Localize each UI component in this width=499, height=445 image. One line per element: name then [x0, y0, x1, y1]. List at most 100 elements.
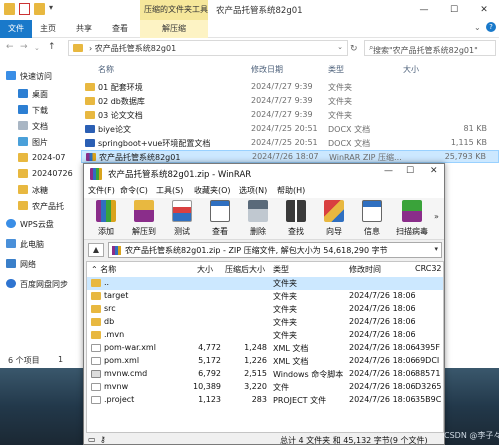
tab-extract[interactable]: 解压缩 — [140, 20, 208, 38]
refresh-icon[interactable]: ↻ — [350, 44, 358, 54]
file-row[interactable]: 03 论文文档 2024/7/27 9:39 文件夹 — [81, 109, 499, 122]
archive-row[interactable]: mvnw.cmd 6,792 2,515 Windows 命令脚本 2024/7… — [87, 368, 443, 381]
nav-item-network[interactable]: 网络 — [0, 256, 80, 272]
nav-item-nongchanpin[interactable]: 农产品托 — [0, 198, 80, 214]
address-bar[interactable]: › 农产品托管系统82g01 ⌄ — [68, 40, 348, 56]
close-icon[interactable]: ✕ — [469, 0, 499, 20]
archive-row[interactable]: target 文件夹 2024/7/26 18:06 — [87, 290, 443, 303]
menu-commands[interactable]: 命令(C) — [120, 185, 148, 196]
entry-crc: 4395F — [415, 343, 440, 352]
column-header-crc[interactable]: CRC32 — [415, 264, 442, 273]
menu-favorites[interactable]: 收藏夹(O) — [194, 185, 231, 196]
help-icon[interactable]: ? — [486, 22, 496, 32]
nav-item-this-pc[interactable]: 此电脑 — [0, 236, 80, 252]
folder-icon[interactable] — [4, 3, 15, 15]
file-date: 2024/7/27 9:39 — [251, 82, 313, 91]
nav-item-baidu-sync[interactable]: 百度网盘同步 — [0, 276, 80, 292]
menu-options[interactable]: 选项(N) — [239, 185, 267, 196]
file-row[interactable]: biye论文 2024/7/25 20:51 DOCX 文档 81 KB — [81, 123, 499, 136]
scan-virus-button[interactable]: 扫描病毒 — [394, 200, 428, 238]
archive-row[interactable]: src 文件夹 2024/7/26 18:06 — [87, 303, 443, 316]
nav-item-downloads[interactable]: 下载 — [0, 102, 80, 118]
close-icon[interactable]: ✕ — [430, 166, 438, 176]
archive-row[interactable]: mvnw 10,389 3,220 文件 2024/7/26 18:06 D32… — [87, 381, 443, 394]
file-row[interactable]: 02 db数据库 2024/7/27 9:39 文件夹 — [81, 95, 499, 108]
column-header-type[interactable]: 类型 — [328, 64, 344, 75]
minimize-icon[interactable]: — — [409, 0, 439, 20]
tab-view[interactable]: 查看 — [112, 23, 128, 34]
column-header-size[interactable]: 大小 — [197, 264, 213, 275]
column-header-packed[interactable]: 压缩后大小 — [225, 264, 265, 275]
file-row-selected[interactable]: 农产品托管系统82g01 2024/7/26 18:07 WinRAR ZIP … — [81, 150, 499, 163]
toolbar-overflow-icon[interactable]: » — [434, 212, 439, 221]
maximize-icon[interactable]: ☐ — [406, 166, 414, 176]
archive-row[interactable]: db 文件夹 2024/7/26 18:06 — [87, 316, 443, 329]
chevron-down-icon[interactable]: ▾ — [434, 245, 438, 253]
info-button[interactable]: 信息 — [354, 200, 388, 238]
drive-icon: ▭ — [88, 435, 96, 444]
archive-row-parent[interactable]: .. 文件夹 — [87, 277, 443, 290]
nav-item-quick-access[interactable]: 快速访问 — [0, 68, 80, 84]
file-icon — [91, 383, 101, 391]
archive-row[interactable]: .mvn 文件夹 2024/7/26 18:06 — [87, 329, 443, 342]
customize-toolbar-icon[interactable]: ▾ — [49, 3, 60, 15]
delete-button[interactable]: 删除 — [240, 200, 274, 238]
view-button[interactable]: 查看 — [202, 200, 236, 238]
column-header-type[interactable]: 类型 — [273, 264, 289, 275]
column-header-modified[interactable]: 修改时间 — [349, 264, 381, 275]
file-row[interactable]: springboot+vue环境配置文档 2024/7/25 20:51 DOC… — [81, 137, 499, 150]
scan-virus-label: 扫描病毒 — [396, 227, 428, 236]
wizard-button[interactable]: 向导 — [316, 200, 350, 238]
menu-help[interactable]: 帮助(H) — [277, 185, 305, 196]
extract-icon — [134, 200, 154, 222]
test-button[interactable]: 测试 — [164, 200, 198, 238]
new-folder-icon[interactable] — [34, 3, 45, 15]
search-input[interactable]: ⌕ 搜索"农产品托管系统82g01" — [364, 40, 496, 56]
column-header-size[interactable]: 大小 — [403, 64, 419, 75]
entry-name: .project — [104, 395, 135, 404]
entry-modified: 2024/7/26 18:06 — [349, 369, 416, 378]
chevron-down-icon[interactable]: ⌄ — [337, 43, 343, 51]
entry-type: 文件 — [273, 383, 289, 392]
tab-share[interactable]: 共享 — [76, 23, 92, 34]
ribbon-expand-icon[interactable]: ⌄ — [474, 23, 481, 32]
nav-item-2024-07[interactable]: 2024-07 — [0, 150, 80, 166]
entry-name: .mvn — [104, 330, 125, 339]
info-label: 信息 — [364, 227, 380, 236]
column-header-name[interactable]: 名称 — [98, 64, 114, 75]
explorer-title-bar: ▾ 压缩的文件夹工具 农产品托管系统82g01 — ☐ ✕ — [0, 0, 499, 20]
selected-count: 1 — [58, 355, 64, 364]
nav-item-20240726[interactable]: 20240726 — [0, 166, 80, 182]
forward-arrow-icon[interactable]: → — [20, 42, 28, 52]
archive-row[interactable]: pom.xml 5,172 1,226 XML 文档 2024/7/26 18:… — [87, 355, 443, 368]
nav-item-pictures[interactable]: 图片 — [0, 134, 80, 150]
add-button[interactable]: 添加 — [88, 200, 122, 238]
back-arrow-icon[interactable]: ← — [6, 42, 14, 52]
extract-to-button[interactable]: 解压到 — [126, 200, 160, 238]
minimize-icon[interactable]: — — [384, 166, 393, 176]
up-arrow-icon[interactable]: ↑ — [48, 42, 56, 52]
archive-row[interactable]: .project 1,123 283 PROJECT 文件 2024/7/26 … — [87, 394, 443, 407]
menu-file[interactable]: 文件(F) — [88, 185, 115, 196]
nav-item-desktop[interactable]: 桌面 — [0, 86, 80, 102]
archive-row[interactable]: pom-war.xml 4,772 1,248 XML 文档 2024/7/26… — [87, 342, 443, 355]
tab-home[interactable]: 主页 — [40, 23, 56, 34]
entry-modified: 2024/7/26 18:06 — [349, 291, 416, 300]
recent-locations-icon[interactable]: ⌄ — [34, 44, 40, 52]
nav-item-bingtang[interactable]: 冰糖 — [0, 182, 80, 198]
file-row[interactable]: 01 配套环境 2024/7/27 9:39 文件夹 — [81, 81, 499, 94]
nav-item-documents[interactable]: 文档 — [0, 118, 80, 134]
archive-path-field[interactable]: 农产品托管系统82g01.zip - ZIP 压缩文件, 解包大小为 54,61… — [108, 242, 442, 258]
entry-packed: 283 — [251, 395, 267, 404]
column-header-date[interactable]: 修改日期 — [251, 64, 283, 75]
properties-check-icon[interactable] — [19, 3, 30, 15]
find-button[interactable]: 查找 — [278, 200, 312, 238]
up-folder-button[interactable] — [88, 243, 104, 257]
maximize-icon[interactable]: ☐ — [439, 0, 469, 20]
tab-file[interactable]: 文件 — [0, 20, 32, 38]
file-type: 文件夹 — [328, 111, 352, 120]
file-list: 名称 修改日期 类型 大小 01 配套环境 2024/7/27 9:39 文件夹… — [81, 60, 499, 168]
column-header-name[interactable]: ⌃ 名称 — [91, 264, 116, 275]
menu-tools[interactable]: 工具(S) — [156, 185, 183, 196]
nav-item-wps-cloud[interactable]: WPS云盘 — [0, 216, 80, 232]
